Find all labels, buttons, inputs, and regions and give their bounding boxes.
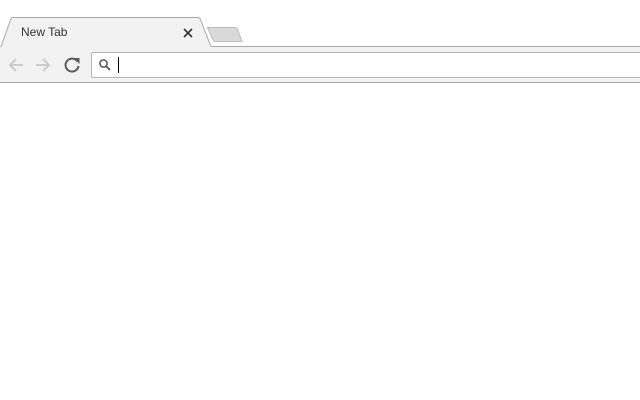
tab-strip: New Tab bbox=[0, 0, 640, 48]
tab-close-button[interactable] bbox=[181, 26, 195, 40]
new-tab-button[interactable] bbox=[206, 26, 244, 43]
browser-window: New Tab bbox=[0, 0, 640, 400]
tab-new-tab[interactable]: New Tab bbox=[0, 17, 212, 48]
arrow-right-icon bbox=[36, 58, 51, 72]
tab-title: New Tab bbox=[21, 25, 68, 39]
text-caret bbox=[118, 57, 119, 73]
new-tab-icon bbox=[206, 27, 243, 42]
reload-icon bbox=[64, 57, 80, 73]
reload-button[interactable] bbox=[62, 55, 82, 75]
back-button[interactable] bbox=[6, 55, 26, 75]
search-icon bbox=[99, 59, 111, 71]
arrow-left-icon bbox=[8, 58, 23, 72]
omnibox[interactable] bbox=[91, 52, 640, 78]
toolbar bbox=[0, 47, 640, 83]
close-icon bbox=[183, 28, 193, 38]
address-bar-input[interactable] bbox=[118, 55, 638, 75]
forward-button[interactable] bbox=[33, 55, 53, 75]
page-content bbox=[0, 83, 640, 400]
